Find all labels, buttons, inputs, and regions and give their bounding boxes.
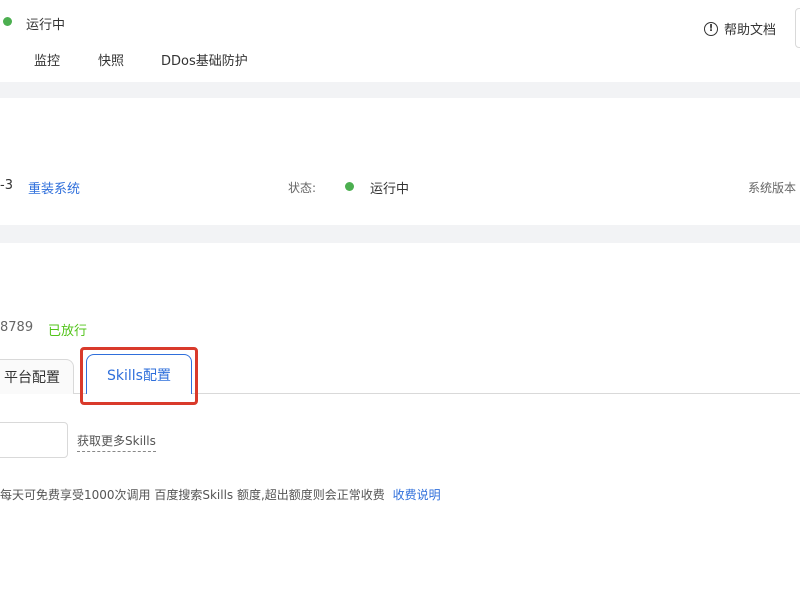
instance-status-value: 运行中	[370, 182, 410, 197]
status-label: 状态:	[288, 181, 317, 195]
tab-platform-config[interactable]: 平台配置	[0, 359, 74, 394]
tab-ddos-protection[interactable]: DDos基础防护	[161, 50, 248, 69]
info-circle-icon: !	[704, 21, 718, 36]
port-allowed-badge: 已放行	[48, 324, 88, 339]
tab-skills-config-label: Skills配置	[107, 367, 171, 384]
tab-snapshot[interactable]: 快照	[98, 50, 124, 69]
billing-info-link[interactable]: 收费说明	[393, 488, 441, 502]
header-action-button[interactable]	[795, 8, 800, 48]
system-version-label: 系统版本	[748, 181, 797, 195]
free-quota-notice: 每天可免费享受1000次调用 百度搜索Skills 额度,超出额度则会正常收费 …	[0, 486, 441, 503]
skills-input[interactable]	[0, 422, 68, 458]
free-quota-text: 每天可免费享受1000次调用 百度搜索Skills 额度,超出额度则会正常收费	[0, 488, 385, 502]
get-more-skills-link[interactable]: 获取更多Skills	[77, 432, 156, 452]
help-docs-label: 帮助文档	[724, 23, 777, 38]
tab-platform-config-label: 平台配置	[4, 370, 60, 386]
instance-status-dot	[345, 182, 354, 191]
reinstall-system-link[interactable]: 重装系统	[28, 178, 80, 197]
header-status-text: 运行中	[26, 18, 66, 33]
port-value: 8789	[0, 320, 34, 335]
tab-monitor[interactable]: 监控	[34, 50, 60, 69]
tab-skills-config[interactable]: Skills配置	[86, 354, 192, 394]
section-divider-2	[0, 225, 800, 243]
status-dot	[3, 17, 12, 26]
instance-id-suffix: -3	[0, 178, 13, 193]
help-docs-link[interactable]: ! 帮助文档	[704, 19, 776, 38]
section-divider	[0, 82, 800, 98]
